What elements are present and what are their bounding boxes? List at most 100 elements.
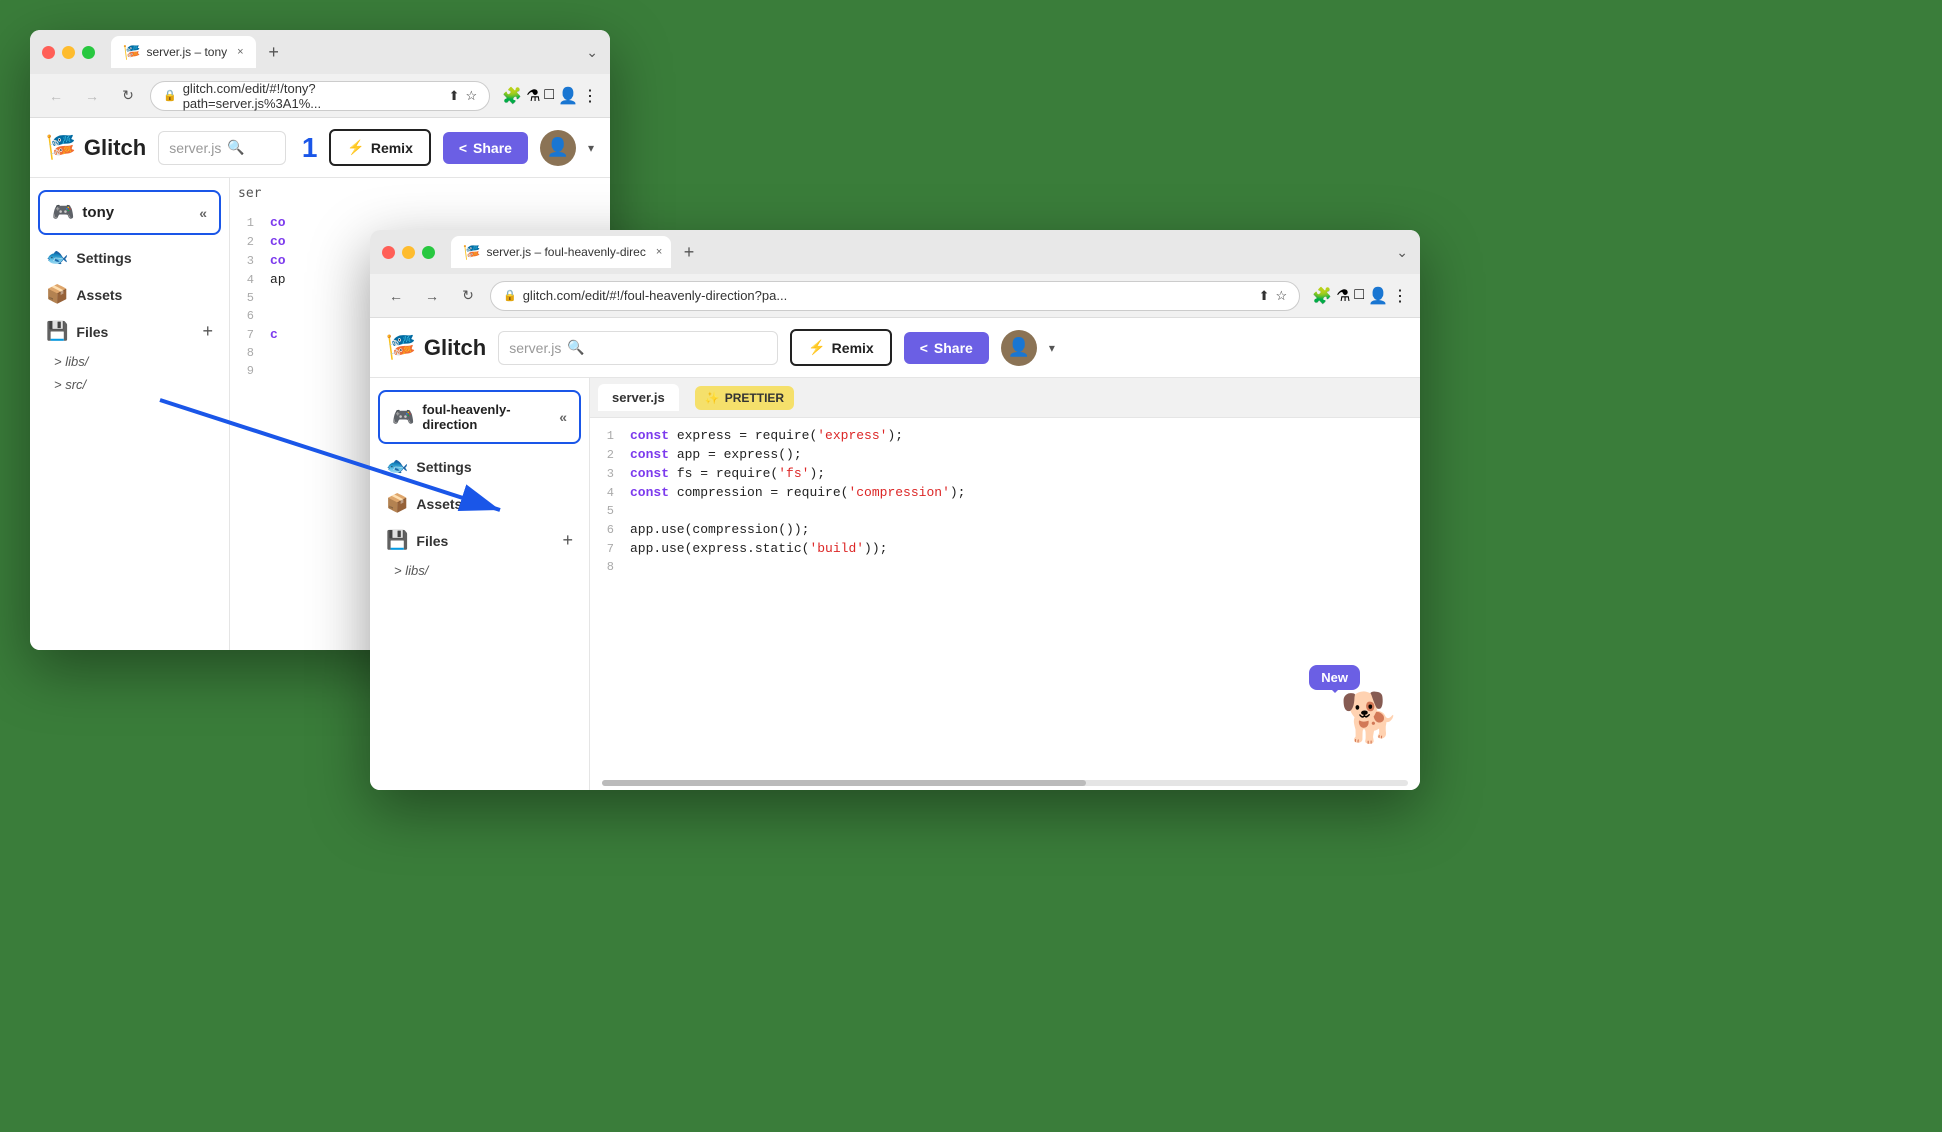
maximize-button-2[interactable] — [422, 246, 435, 259]
remix-button-1[interactable]: ⚡ Remix — [329, 129, 430, 166]
code-line-2-4: 4 const compression = require('compressi… — [590, 483, 1420, 502]
close-button-1[interactable] — [42, 46, 55, 59]
prettier-label: PRETTIER — [725, 391, 784, 405]
flask-icon-2[interactable]: ⚗ — [1336, 286, 1350, 306]
sidebar-settings-1[interactable]: 🐟 Settings — [30, 239, 229, 276]
new-tab-button-1[interactable]: + — [260, 38, 288, 66]
back-button-1: ← — [42, 82, 70, 110]
sidebar-assets-2[interactable]: 📦 Assets — [370, 485, 589, 522]
tab-close-1[interactable]: × — [237, 46, 243, 58]
search-bar-1[interactable]: server.js 🔍 — [158, 131, 286, 165]
address-bar-2[interactable]: 🔒 glitch.com/edit/#!/foul-heavenly-direc… — [490, 281, 1300, 311]
reload-button-2[interactable]: ↻ — [454, 282, 482, 310]
badge-number-1: 1 — [302, 132, 318, 164]
editor-tab-serverjs[interactable]: server.js — [598, 384, 679, 411]
reload-button-1[interactable]: ↻ — [114, 82, 142, 110]
sidebar-files-2[interactable]: 💾 Files + — [370, 522, 589, 559]
navbar-1: ← → ↻ 🔒 glitch.com/edit/#!/tony?path=ser… — [30, 74, 610, 118]
new-tab-button-2[interactable]: + — [675, 238, 703, 266]
minimize-button-1[interactable] — [62, 46, 75, 59]
share-btn-icon-2: < — [920, 340, 928, 356]
glitch-logo-text-2: Glitch — [424, 335, 486, 361]
nav-actions-1: 🧩 ⚗ □ 👤 ⋮ — [502, 86, 598, 106]
share-button-1[interactable]: < Share — [443, 132, 528, 164]
menu-icon-1[interactable]: ⋮ — [582, 86, 598, 106]
remix-icon-2: ⚡ — [808, 339, 825, 356]
project-icon-foul: 🎮 — [392, 407, 414, 428]
reading-icon-2[interactable]: □ — [1354, 286, 1364, 306]
navbar-2: ← → ↻ 🔒 glitch.com/edit/#!/foul-heavenly… — [370, 274, 1420, 318]
collapse-icon-2[interactable]: « — [559, 409, 567, 425]
extensions-icon-1[interactable]: 🧩 — [502, 86, 522, 106]
forward-button-1: → — [78, 82, 106, 110]
prettier-button[interactable]: ✨ PRETTIER — [695, 386, 794, 410]
close-button-2[interactable] — [382, 246, 395, 259]
reading-icon-1[interactable]: □ — [544, 86, 554, 106]
bookmark-icon-2: ☆ — [1275, 288, 1287, 304]
sidebar-files-1[interactable]: 💾 Files + — [30, 313, 229, 350]
flask-icon-1[interactable]: ⚗ — [526, 86, 540, 106]
browser-window-2: 🎏 server.js – foul-heavenly-direc × + ⌄ … — [370, 230, 1420, 790]
search-icon-1: 🔍 — [227, 139, 244, 156]
titlebar-2: 🎏 server.js – foul-heavenly-direc × + ⌄ — [370, 230, 1420, 274]
code-line-2-8: 8 — [590, 558, 1420, 576]
share-icon-2: ⬆ — [1259, 288, 1270, 304]
folder-libs-2[interactable]: > libs/ — [370, 559, 589, 582]
sidebar-2: 🎮 foul-heavenly-direction « 🐟 Settings 📦… — [370, 378, 590, 790]
code-line-2-3: 3 const fs = require('fs'); — [590, 464, 1420, 483]
nav-actions-2: 🧩 ⚗ □ 👤 ⋮ — [1312, 286, 1408, 306]
files-add-icon-1[interactable]: + — [202, 321, 213, 342]
forward-button-2[interactable]: → — [418, 282, 446, 310]
glitch-logo-2[interactable]: 🎏 Glitch — [386, 333, 486, 362]
collapse-icon-1[interactable]: « — [199, 205, 207, 221]
back-button-2[interactable]: ← — [382, 282, 410, 310]
search-bar-2[interactable]: server.js 🔍 — [498, 331, 778, 365]
avatar-2[interactable]: 👤 — [1001, 330, 1037, 366]
app-header-1: 🎏 Glitch server.js 🔍 1 ⚡ Remix < Share 👤… — [30, 118, 610, 178]
extensions-icon-2[interactable]: 🧩 — [1312, 286, 1332, 306]
tab-1[interactable]: 🎏 server.js – tony × — [111, 36, 256, 68]
avatar-chevron-2[interactable]: ▾ — [1049, 341, 1055, 355]
project-icon-tony: 🎮 — [52, 202, 74, 223]
address-bar-1[interactable]: 🔒 glitch.com/edit/#!/tony?path=server.js… — [150, 81, 490, 111]
project-name-tony[interactable]: 🎮 tony « — [38, 190, 221, 235]
sidebar-1: 🎮 tony « 🐟 Settings 📦 Assets 💾 Files + >… — [30, 178, 230, 650]
folder-src-1[interactable]: > src/ — [30, 373, 229, 396]
glitch-logo-text-1: Glitch — [84, 135, 146, 161]
sidebar-settings-2[interactable]: 🐟 Settings — [370, 448, 589, 485]
editor-header-1: ser — [230, 178, 610, 201]
editor-area-2: server.js ✨ PRETTIER 1 const express = r… — [590, 378, 1420, 790]
minimize-button-2[interactable] — [402, 246, 415, 259]
maximize-button-1[interactable] — [82, 46, 95, 59]
share-icon-1: ⬆ — [449, 88, 460, 104]
sidebar-assets-1[interactable]: 📦 Assets — [30, 276, 229, 313]
remix-button-2[interactable]: ⚡ Remix — [790, 329, 891, 366]
dog-mascot: 🐕 — [1340, 689, 1400, 746]
tab-favicon-1: 🎏 — [123, 44, 140, 61]
project-name-text-foul: foul-heavenly-direction — [422, 402, 551, 432]
tab-title-1: server.js – tony — [146, 45, 227, 59]
menu-icon-2[interactable]: ⋮ — [1392, 286, 1408, 306]
tab-overflow-2[interactable]: ⌄ — [1396, 244, 1408, 261]
search-icon-2: 🔍 — [567, 339, 584, 356]
avatar-1[interactable]: 👤 — [540, 130, 576, 166]
tab-close-2[interactable]: × — [656, 246, 662, 258]
glitch-logo-1[interactable]: 🎏 Glitch — [46, 133, 146, 162]
folder-libs-1[interactable]: > libs/ — [30, 350, 229, 373]
titlebar-1: 🎏 server.js – tony × + ⌄ — [30, 30, 610, 74]
tab-2[interactable]: 🎏 server.js – foul-heavenly-direc × — [451, 236, 671, 268]
lock-icon-2: 🔒 — [503, 289, 517, 302]
files-add-icon-2[interactable]: + — [562, 530, 573, 551]
code-line-2-6: 6 app.use(compression()); — [590, 520, 1420, 539]
profile-icon-2[interactable]: 👤 — [1368, 286, 1388, 306]
tab-title-2: server.js – foul-heavenly-direc — [486, 245, 645, 259]
code-scrollbar[interactable] — [602, 780, 1408, 786]
code-line-2-2: 2 const app = express(); — [590, 445, 1420, 464]
share-button-2[interactable]: < Share — [904, 332, 989, 364]
project-name-foul[interactable]: 🎮 foul-heavenly-direction « — [378, 390, 581, 444]
code-line-2-1: 1 const express = require('express'); — [590, 426, 1420, 445]
tab-overflow-1[interactable]: ⌄ — [586, 44, 598, 61]
profile-icon-1[interactable]: 👤 — [558, 86, 578, 106]
tab-bar-2: 🎏 server.js – foul-heavenly-direc × + ⌄ — [451, 236, 1408, 268]
avatar-chevron-1[interactable]: ▾ — [588, 141, 594, 155]
